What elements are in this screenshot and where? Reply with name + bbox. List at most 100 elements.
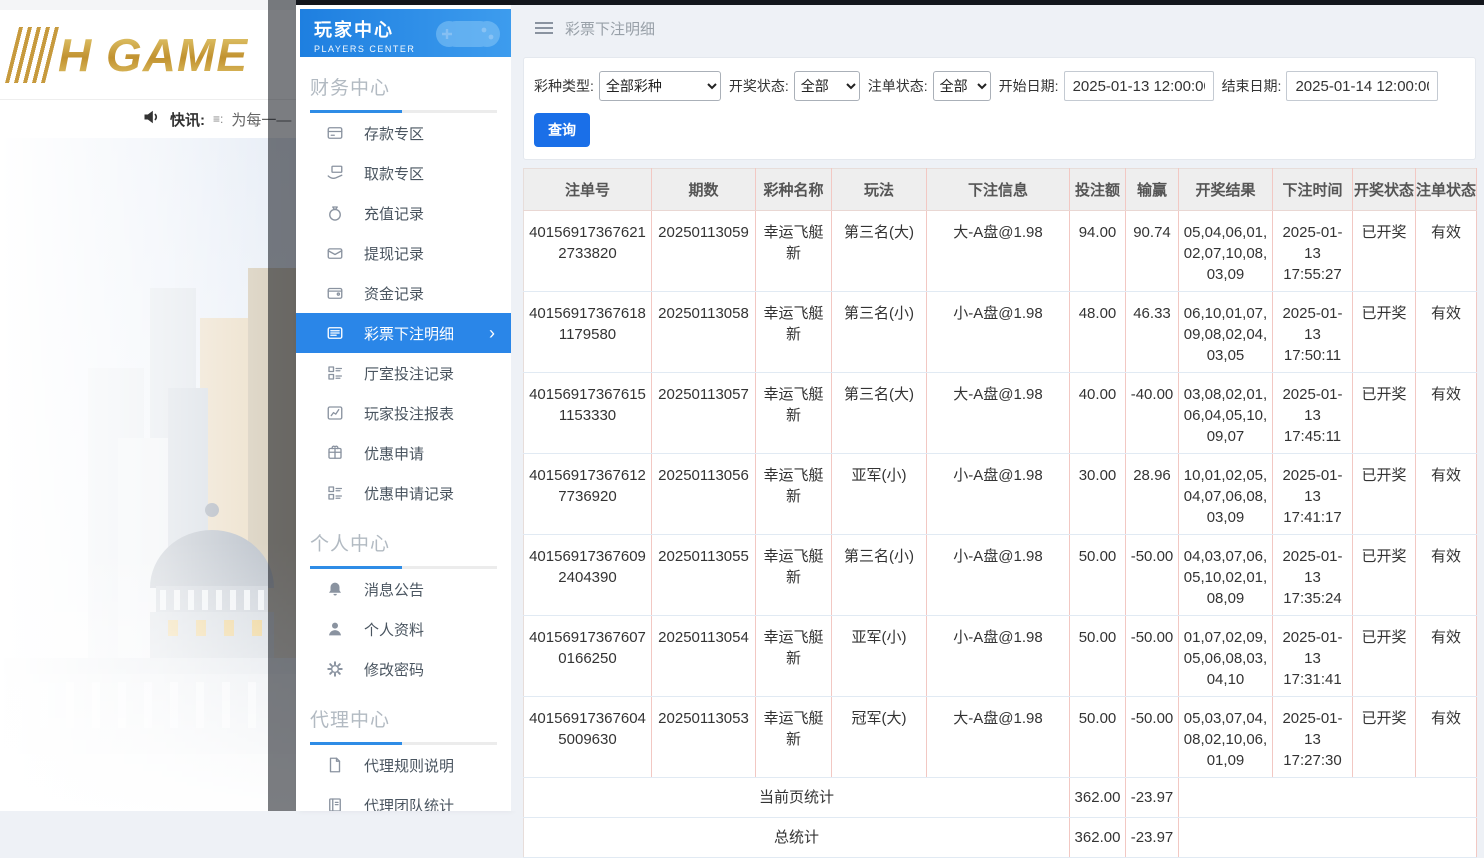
site-logo: H GAME [12,27,248,83]
table-cell: 已开奖 [1353,292,1416,373]
person-icon [326,620,344,638]
table-cell: 第三名(小) [832,292,927,373]
room-bet-icon [326,364,344,382]
table-cell: 05,04,06,01,02,07,10,08,03,09 [1179,211,1273,292]
sidebar-item[interactable]: 优惠申请记录 [296,473,511,513]
withdrawal-record-icon [326,244,344,262]
table-cell: 有效 [1416,616,1477,697]
funds-wallet-icon [326,284,344,302]
sidebar-item[interactable]: 玩家投注报表 [296,393,511,433]
table-cell: 幸运飞艇新 [756,211,832,292]
table-cell: 已开奖 [1353,454,1416,535]
coupon-icon [326,444,344,462]
logo-bars-icon [5,27,59,83]
table-cell: 28.96 [1126,454,1179,535]
lottery-type-select[interactable]: 全部彩种 [599,71,721,101]
news-ticker: 快讯: ≡: 为每一— [0,100,296,138]
table-cell: 有效 [1416,697,1477,778]
order-status-select[interactable]: 全部 [933,71,991,101]
sidebar-item[interactable]: 取款专区 [296,153,511,193]
table-cell: 20250113057 [652,373,756,454]
sidebar-item[interactable]: 个人资料 [296,609,511,649]
table-cell: 有效 [1416,292,1477,373]
table-cell: 401569173676127736920 [524,454,652,535]
summary-label: 总统计 [524,818,1070,858]
draw-status-label: 开奖状态: [729,76,789,96]
logo-text: H GAME [58,28,248,82]
table-row: 40156917367604500963020250113053幸运飞艇新冠军(… [524,697,1477,778]
table-cell: 幸运飞艇新 [756,535,832,616]
table-cell: 已开奖 [1353,535,1416,616]
book-icon [326,796,344,811]
table-cell: 小-A盘@1.98 [927,454,1070,535]
table-cell: 90.74 [1126,211,1179,292]
sidebar-item[interactable]: 提现记录 [296,233,511,273]
summary-win-loss: -23.97 [1126,778,1179,818]
main-area: 彩票下注明细 彩种类型: 全部彩种 开奖状态: 全部 注单状态: 全部 开始日期… [511,5,1484,811]
coupon-record-icon [326,484,344,502]
start-date-input[interactable] [1064,71,1214,101]
sidebar-item[interactable]: 彩票下注明细 › [296,313,511,353]
table-cell: 20250113058 [652,292,756,373]
sidebar-item[interactable]: 消息公告 [296,569,511,609]
doc-icon [326,756,344,774]
table-cell: 亚军(小) [832,454,927,535]
table-cell: 2025-01-13 17:27:30 [1273,697,1353,778]
lottery-type-label: 彩种类型: [534,76,594,96]
table-cell: 94.00 [1070,211,1126,292]
query-button[interactable]: 查询 [534,113,590,147]
table-cell: 10,01,02,05,04,07,06,08,03,09 [1179,454,1273,535]
sidebar-item[interactable]: 修改密码 [296,649,511,689]
table-cell: 05,03,07,04,08,02,10,06,01,09 [1179,697,1273,778]
table-cell: 幸运飞艇新 [756,373,832,454]
hamburger-menu-icon[interactable] [535,22,553,34]
table-cell: 第三名(小) [832,535,927,616]
table-cell: 46.33 [1126,292,1179,373]
summary-row: 总统计 362.00 -23.97 [524,818,1477,858]
table-header-row: 注单号期数彩种名称玩法下注信息投注额输赢开奖结果下注时间开奖状态注单状态 [524,169,1477,211]
table-cell: -40.00 [1126,373,1179,454]
table-cell: 401569173676070166250 [524,616,652,697]
sidebar: 玩家中心 PLAYERS CENTER 财务中心 存款专区 取款专区 [296,5,511,811]
table-cell: -50.00 [1126,535,1179,616]
table-cell: 大-A盘@1.98 [927,697,1070,778]
summary-row: 当前页统计 362.00 -23.97 [524,778,1477,818]
sidebar-section-title: 代理中心 [296,689,511,745]
table-cell: 2025-01-13 17:31:41 [1273,616,1353,697]
table-cell: 2025-01-13 17:55:27 [1273,211,1353,292]
report-chart-icon [326,404,344,422]
sidebar-item[interactable]: 优惠申请 [296,433,511,473]
table-cell: 2025-01-13 17:50:11 [1273,292,1353,373]
ticker-prefix: ≡: [213,112,223,126]
table-cell: -50.00 [1126,616,1179,697]
sidebar-item[interactable]: 资金记录 [296,273,511,313]
bell-icon [326,580,344,598]
chevron-right-icon: › [489,324,495,342]
sidebar-item[interactable]: 代理团队统计 [296,785,511,811]
table-row: 40156917367609240439020250113055幸运飞艇新第三名… [524,535,1477,616]
table-cell: 20250113059 [652,211,756,292]
table-cell: 第三名(大) [832,211,927,292]
table-cell: 50.00 [1070,697,1126,778]
table-cell: 已开奖 [1353,697,1416,778]
background-topstrip [0,0,296,10]
sidebar-item[interactable]: 存款专区 [296,113,511,153]
table-cell: 401569173676181179580 [524,292,652,373]
sidebar-item[interactable]: 充值记录 [296,193,511,233]
main-topbar: 彩票下注明细 [511,5,1484,51]
overlay-scrim[interactable] [268,0,296,811]
sidebar-section-title: 财务中心 [296,57,511,113]
table-cell: 06,10,01,07,09,08,02,04,03,05 [1179,292,1273,373]
end-date-input[interactable] [1286,71,1438,101]
sidebar-item[interactable]: 厅室投注记录 [296,353,511,393]
draw-status-select[interactable]: 全部 [794,71,860,101]
sidebar-item[interactable]: 代理规则说明 [296,745,511,785]
table-header-cell: 期数 [652,169,756,211]
table-cell: 已开奖 [1353,211,1416,292]
table-cell: 401569173676212733820 [524,211,652,292]
table-row: 40156917367615115333020250113057幸运飞艇新第三名… [524,373,1477,454]
table-cell: 有效 [1416,535,1477,616]
table-cell: 20250113055 [652,535,756,616]
table-cell: 幸运飞艇新 [756,616,832,697]
sidebar-header: 玩家中心 PLAYERS CENTER [300,9,511,57]
